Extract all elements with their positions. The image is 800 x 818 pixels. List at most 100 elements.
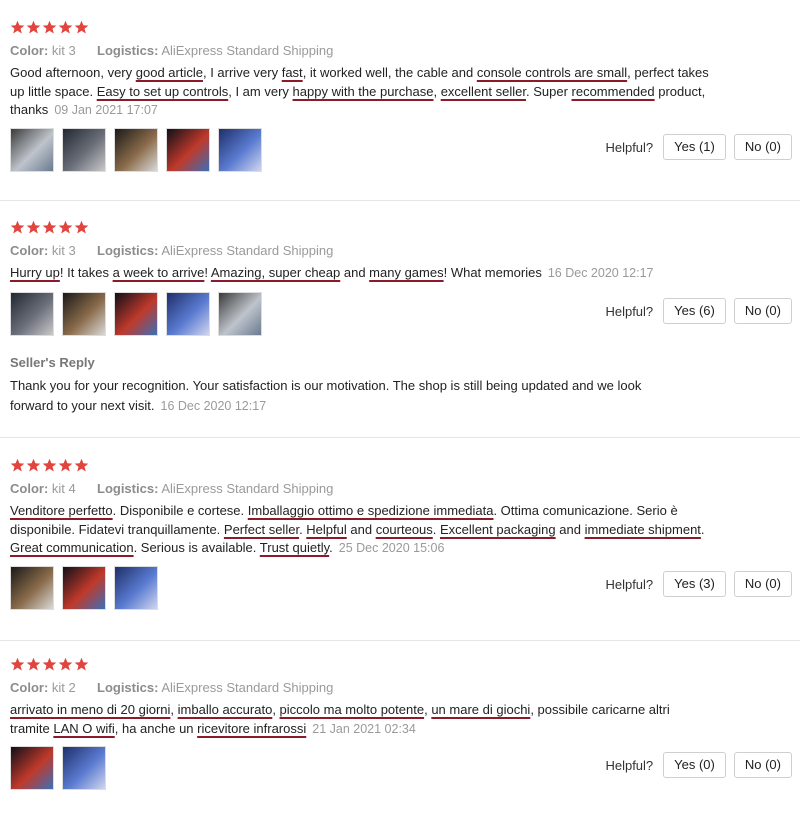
star-rating xyxy=(10,458,800,474)
helpful-label: Helpful? xyxy=(605,303,654,319)
star-rating xyxy=(10,220,800,236)
logistics-value: AliExpress Standard Shipping xyxy=(161,43,334,58)
helpful-yes-button[interactable]: Yes (0) xyxy=(663,752,726,778)
highlighted-phrase: console controls are small xyxy=(476,65,628,80)
color-key: Color: xyxy=(10,43,49,58)
highlighted-phrase: arrivato in meno di 20 giorni xyxy=(10,702,171,717)
star-icon xyxy=(58,458,73,473)
divider xyxy=(0,200,800,201)
highlighted-phrase: Amazing, super cheap xyxy=(210,265,341,280)
helpful-controls: Helpful? Yes (0) No (0) xyxy=(605,752,792,778)
logistics-value: AliExpress Standard Shipping xyxy=(161,481,334,496)
review-photo-thumbnail[interactable] xyxy=(114,566,158,610)
highlighted-phrase: a week to arrive xyxy=(112,265,205,280)
highlighted-phrase: imballo accurato xyxy=(177,702,273,717)
star-icon xyxy=(58,20,73,35)
review-photo-thumbnail[interactable] xyxy=(10,292,54,336)
highlighted-phrase: Excellent packaging xyxy=(440,521,556,537)
star-icon xyxy=(74,220,89,235)
highlighted-phrase: recommended xyxy=(571,83,655,99)
highlighted-phrase: Trust quietly xyxy=(259,540,330,555)
helpful-yes-button[interactable]: Yes (1) xyxy=(663,134,726,160)
reply-date: 16 Dec 2020 12:17 xyxy=(160,399,267,413)
review-photo-thumbnail[interactable] xyxy=(10,128,54,172)
review-photo-thumbnail[interactable] xyxy=(62,128,106,172)
star-icon xyxy=(74,458,89,473)
highlighted-phrase: many games xyxy=(369,265,444,280)
highlighted-phrase: fast xyxy=(281,65,303,80)
review-photo-thumbnail[interactable] xyxy=(218,292,262,336)
helpful-controls: Helpful? Yes (6) No (0) xyxy=(605,298,792,324)
color-key: Color: xyxy=(10,481,49,496)
helpful-yes-button[interactable]: Yes (3) xyxy=(663,571,726,597)
highlighted-phrase: LAN O wifi xyxy=(53,720,115,736)
logistics-key: Logistics: xyxy=(97,43,159,58)
review-meta: Color: kit 2 Logistics: AliExpress Stand… xyxy=(10,679,800,697)
highlighted-phrase: happy with the purchase xyxy=(292,83,434,99)
review-photos xyxy=(10,292,262,336)
review-photos xyxy=(10,746,106,790)
helpful-label: Helpful? xyxy=(605,139,654,155)
star-icon xyxy=(10,657,25,672)
star-icon xyxy=(58,657,73,672)
review-text: arrivato in meno di 20 giorni, imballo a… xyxy=(10,702,670,736)
star-icon xyxy=(42,458,57,473)
highlighted-phrase: immediate shipment xyxy=(584,521,701,537)
logistics-key: Logistics: xyxy=(97,243,159,258)
star-icon xyxy=(10,458,25,473)
highlighted-phrase: ricevitore infrarossi xyxy=(197,720,307,736)
star-icon xyxy=(10,20,25,35)
star-rating xyxy=(10,20,800,36)
review-photo-thumbnail[interactable] xyxy=(166,128,210,172)
review-photo-thumbnail[interactable] xyxy=(62,746,106,790)
helpful-no-button[interactable]: No (0) xyxy=(733,298,792,324)
color-key: Color: xyxy=(10,243,49,258)
color-value: kit 3 xyxy=(51,243,76,258)
review-meta: Color: kit 3 Logistics: AliExpress Stand… xyxy=(10,42,800,60)
review-photo-thumbnail[interactable] xyxy=(114,128,158,172)
helpful-no-button[interactable]: No (0) xyxy=(733,571,792,597)
logistics-key: Logistics: xyxy=(97,481,159,496)
review-date: 25 Dec 2020 15:06 xyxy=(338,541,445,555)
review-photo-thumbnail[interactable] xyxy=(114,292,158,336)
highlighted-phrase: Great communication xyxy=(10,540,134,555)
review-meta: Color: kit 4 Logistics: AliExpress Stand… xyxy=(10,480,800,498)
review-photo-thumbnail[interactable] xyxy=(166,292,210,336)
review-date: 16 Dec 2020 12:17 xyxy=(547,266,654,280)
star-icon xyxy=(26,657,41,672)
color-key: Color: xyxy=(10,680,49,695)
highlighted-phrase: Helpful xyxy=(306,521,347,537)
helpful-controls: Helpful? Yes (1) No (0) xyxy=(605,134,792,160)
star-icon xyxy=(42,20,57,35)
review-meta: Color: kit 3 Logistics: AliExpress Stand… xyxy=(10,242,800,260)
review-photo-thumbnail[interactable] xyxy=(62,292,106,336)
helpful-no-button[interactable]: No (0) xyxy=(733,134,792,160)
seller-reply-text: Thank you for your recognition. Your sat… xyxy=(10,378,642,413)
review-photo-thumbnail[interactable] xyxy=(10,566,54,610)
highlighted-phrase: courteous xyxy=(375,521,433,537)
divider xyxy=(0,437,800,438)
highlighted-phrase: un mare di giochi xyxy=(431,702,531,717)
color-value: kit 4 xyxy=(51,481,76,496)
helpful-label: Helpful? xyxy=(605,576,654,592)
star-icon xyxy=(74,657,89,672)
star-icon xyxy=(74,20,89,35)
seller-reply-title: Seller's Reply xyxy=(10,355,95,370)
review-photo-thumbnail[interactable] xyxy=(10,746,54,790)
logistics-key: Logistics: xyxy=(97,680,159,695)
highlighted-phrase: Imballaggio ottimo e spedizione immediat… xyxy=(247,503,494,518)
star-icon xyxy=(26,458,41,473)
review-text: Venditore perfetto. Disponibile e cortes… xyxy=(10,503,705,555)
review-date: 09 Jan 2021 17:07 xyxy=(54,103,158,117)
review-photo-thumbnail[interactable] xyxy=(218,128,262,172)
star-icon xyxy=(42,220,57,235)
review-2: Color: kit 3 Logistics: AliExpress Stand… xyxy=(0,220,800,283)
helpful-no-button[interactable]: No (0) xyxy=(733,752,792,778)
review-photo-thumbnail[interactable] xyxy=(62,566,106,610)
star-icon xyxy=(42,657,57,672)
star-icon xyxy=(26,220,41,235)
review-text: Hurry up! It takes a week to arrive! Ama… xyxy=(10,265,654,280)
helpful-yes-button[interactable]: Yes (6) xyxy=(663,298,726,324)
star-icon xyxy=(58,220,73,235)
review-date: 21 Jan 2021 02:34 xyxy=(312,721,416,736)
